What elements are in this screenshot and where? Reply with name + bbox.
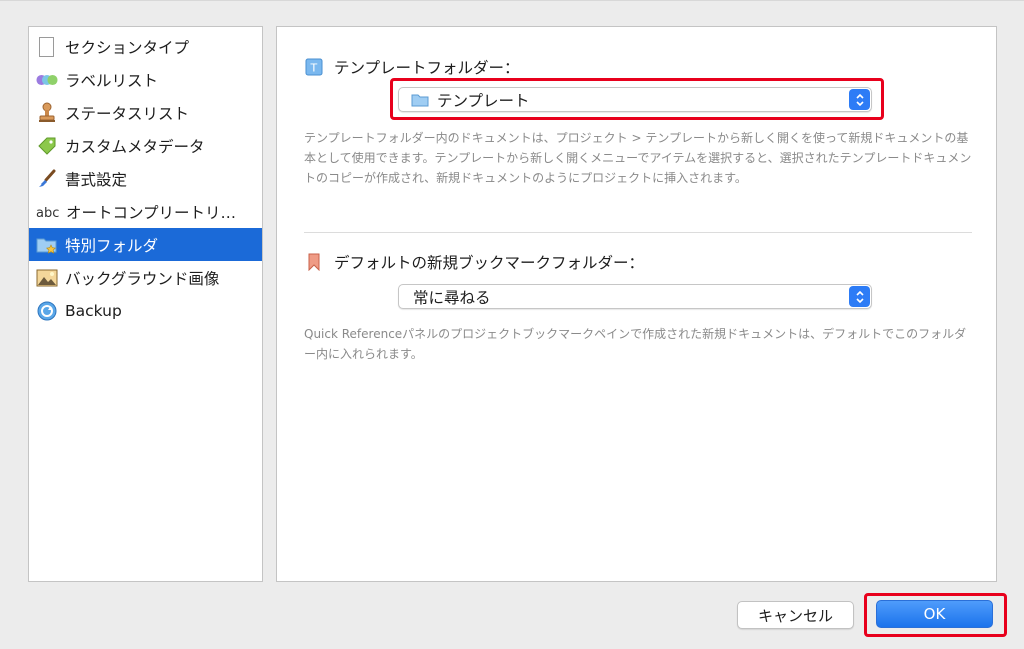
sidebar-item-custom-metadata[interactable]: カスタムメタデータ bbox=[29, 129, 262, 162]
settings-panel: T テンプレートフォルダー： テンプレート テンプレートフォルダー内のドキュメン… bbox=[276, 26, 997, 582]
sidebar-item-autocomplete[interactable]: abc オートコンプリートリ… bbox=[29, 195, 262, 228]
svg-text:abc: abc bbox=[36, 206, 59, 220]
sidebar-item-special-folders[interactable]: 特別フォルダ bbox=[29, 228, 262, 261]
red-highlight-ok-button bbox=[864, 593, 1007, 637]
svg-text:T: T bbox=[310, 62, 318, 75]
special-folder-icon bbox=[36, 234, 58, 256]
template-folder-title: テンプレートフォルダー： bbox=[334, 59, 520, 77]
bookmark-folder-description: Quick Referenceパネルのプロジェクトブックマークペインで作成された… bbox=[304, 327, 967, 361]
section-divider bbox=[304, 232, 972, 233]
sidebar-item-label: ラベルリスト bbox=[65, 71, 159, 90]
sidebar-item-label: 書式設定 bbox=[65, 170, 128, 189]
bookmark-folder-value: 常に尋ねる bbox=[413, 288, 491, 307]
sidebar-item-backup[interactable]: Backup bbox=[29, 294, 262, 327]
abc-icon: abc bbox=[36, 201, 62, 223]
picture-icon bbox=[36, 267, 58, 289]
sidebar-item-label-list[interactable]: ラベルリスト bbox=[29, 63, 262, 96]
template-folder-description: テンプレートフォルダー内のドキュメントは、プロジェクト > テンプレートから新し… bbox=[304, 131, 972, 185]
template-folder-heading: T テンプレートフォルダー： bbox=[304, 56, 520, 78]
document-icon bbox=[36, 36, 58, 58]
red-highlight-template-popup bbox=[390, 78, 884, 120]
sidebar-item-status-list[interactable]: ステータスリスト bbox=[29, 96, 262, 129]
tag-icon bbox=[36, 135, 58, 157]
stamp-icon bbox=[36, 102, 58, 124]
popup-stepper-icon bbox=[849, 286, 870, 307]
sidebar-item-label: ステータスリスト bbox=[65, 104, 190, 123]
sidebar-item-background-image[interactable]: バックグラウンド画像 bbox=[29, 261, 262, 294]
sidebar-item-label: カスタムメタデータ bbox=[65, 137, 205, 156]
sidebar-item-label: セクションタイプ bbox=[65, 38, 190, 57]
label-circles-icon bbox=[36, 69, 58, 91]
sidebar-item-label: Backup bbox=[65, 301, 122, 320]
sidebar-item-section-types[interactable]: セクションタイプ bbox=[29, 30, 262, 63]
template-icon: T bbox=[304, 57, 324, 77]
sidebar-item-label: オートコンプリートリ… bbox=[66, 203, 237, 222]
sidebar-list: セクションタイプ ラベルリスト ステータスリスト カスタムメタデータ 書式設定 bbox=[29, 27, 262, 327]
bookmark-folder-title: デフォルトの新規ブックマークフォルダー： bbox=[334, 254, 645, 272]
bookmark-folder-popup[interactable]: 常に尋ねる bbox=[398, 284, 872, 309]
brush-icon bbox=[36, 168, 58, 190]
window-top-edge bbox=[0, 0, 1024, 1]
bookmark-icon bbox=[304, 252, 324, 272]
sidebar-item-formatting[interactable]: 書式設定 bbox=[29, 162, 262, 195]
settings-sidebar: セクションタイプ ラベルリスト ステータスリスト カスタムメタデータ 書式設定 bbox=[28, 26, 263, 582]
sidebar-item-label: バックグラウンド画像 bbox=[65, 269, 220, 288]
backup-icon bbox=[36, 300, 58, 322]
cancel-button[interactable]: キャンセル bbox=[737, 601, 854, 629]
bookmark-folder-heading: デフォルトの新規ブックマークフォルダー： bbox=[304, 251, 644, 273]
sidebar-item-label: 特別フォルダ bbox=[65, 236, 159, 255]
